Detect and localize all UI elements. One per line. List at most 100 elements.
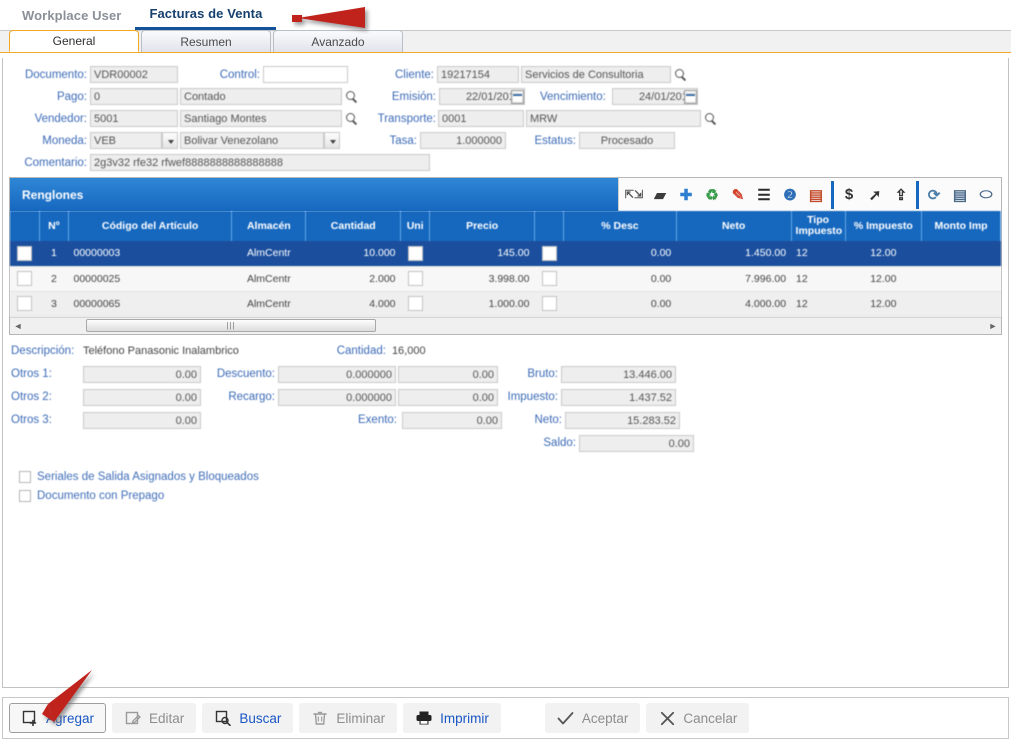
cell-almacen[interactable]: AlmCentr [231,291,306,317]
cancelar-button[interactable]: Cancelar [646,703,750,733]
descuento-amount-input[interactable]: 0.00 [398,365,498,383]
buscar-button[interactable]: Buscar [202,703,294,733]
recargo-pct-input[interactable]: 0.000000 [278,388,396,406]
documento-input[interactable]: VDR00002 [90,66,178,83]
cell-spacer[interactable] [534,241,564,267]
recargo-amount-input[interactable]: 0.00 [398,388,498,406]
cell-desc[interactable]: 0.00 [563,291,677,317]
cell-spacer[interactable] [534,266,564,292]
tab-resumen[interactable]: Resumen [141,30,271,52]
cell-tipo-impuesto[interactable]: 12 [791,241,846,267]
cell-precio[interactable]: 145.00 [429,241,535,267]
scroll-right-icon[interactable]: ► [985,321,1001,331]
cliente-code-input[interactable]: 19217154 [437,66,519,83]
scroll-left-icon[interactable]: ◄ [10,321,26,331]
cell-uni[interactable] [400,241,430,267]
export-icon[interactable]: ➚ [862,180,888,210]
row-checkbox[interactable] [17,296,33,311]
cell-cantidad[interactable]: 10.000 [305,241,401,267]
checkbox-row-seriales[interactable]: Seriales de Salida Asignados y Bloqueado… [11,468,1000,487]
imprimir-button[interactable]: Imprimir [403,703,501,733]
cell-desc[interactable]: 0.00 [563,266,677,292]
table-row[interactable]: 2 00000025 AlmCentr 2.000 3.998.00 0.00 … [10,266,1001,292]
note-icon[interactable]: ✎ [725,180,751,210]
aceptar-button[interactable]: Aceptar [544,703,641,733]
grid-horizontal-scrollbar[interactable]: ◄ ||| ► [10,316,1001,334]
search-icon[interactable] [344,89,359,104]
prepago-checkbox[interactable] [19,490,31,502]
col-numero[interactable]: Nº [39,211,70,241]
tasa-input[interactable]: 1.000000 [420,132,506,149]
tab-avanzado[interactable]: Avanzado [273,30,403,52]
exento-input[interactable]: 0.00 [402,411,502,429]
row-selector[interactable] [10,291,40,317]
col-codigo-articulo[interactable]: Código del Artículo [68,211,233,241]
cell-precio[interactable]: 3.998.00 [429,266,535,292]
col-cantidad[interactable]: Cantidad [305,211,402,241]
agregar-button[interactable]: Agregar [9,703,107,733]
col-pct-impuesto[interactable]: % Impuesto [845,211,923,241]
col-monto-impuesto[interactable]: Monto Imp [921,211,1001,241]
uni-box[interactable] [407,271,423,286]
eliminar-button[interactable]: Eliminar [299,703,398,733]
serials-icon[interactable]: ❷ [777,180,803,210]
transporte-code-input[interactable]: 0001 [438,110,524,127]
comentario-input[interactable]: 2g3v32 rfe32 rfwef8888888888888888 [90,154,430,171]
row-checkbox[interactable] [17,245,33,261]
col-neto[interactable]: Neto [676,211,792,241]
cell-desc[interactable]: 0.00 [563,241,677,267]
refresh-items-icon[interactable]: ♻ [699,180,725,210]
row-selector[interactable] [10,241,40,267]
storage-icon[interactable]: ⬭ [973,180,999,210]
search-icon[interactable] [344,111,359,126]
cell-almacen[interactable]: AlmCentr [231,266,306,292]
cell-codigo[interactable]: 00000025 [68,266,232,292]
vendedor-code-input[interactable]: 5001 [90,110,178,127]
spacer-box[interactable] [541,245,557,261]
col-uni[interactable]: Uni [400,211,431,241]
spacer-box[interactable] [541,271,557,286]
currency-icon[interactable]: $ [836,180,862,210]
descuento-pct-input[interactable]: 0.000000 [278,365,396,383]
import-icon[interactable]: ⇪ [888,180,914,210]
uni-box[interactable] [407,245,423,261]
scrollbar-track[interactable]: ||| [26,318,985,333]
table-row[interactable]: 1 00000003 AlmCentr 10.000 145.00 0.00 1… [10,241,1001,267]
list-icon[interactable]: ☰ [751,180,777,210]
cliente-name-input[interactable]: Servicios de Consultoria [521,66,671,83]
col-select[interactable] [10,211,40,241]
spacer-box[interactable] [541,296,557,311]
seriales-checkbox[interactable] [19,471,31,483]
app-tab-workplace-user[interactable]: Workplace User [8,0,135,30]
cell-cantidad[interactable]: 4.000 [305,291,401,317]
chevron-down-icon[interactable] [162,132,178,149]
calendar-icon[interactable] [684,89,697,104]
uni-box[interactable] [407,296,423,311]
row-checkbox[interactable] [17,271,33,286]
cell-tipo-impuesto[interactable]: 12 [791,266,846,292]
scrollbar-thumb[interactable]: ||| [86,319,376,332]
cell-codigo[interactable]: 00000065 [68,291,232,317]
col-tipo-impuesto[interactable]: Tipo Impuesto [791,211,846,241]
moneda-name-input[interactable]: Bolivar Venezolano [180,132,324,149]
cell-precio[interactable]: 1.000.00 [429,291,535,317]
chevron-down-icon[interactable] [324,132,340,149]
moneda-code-input[interactable]: VEB [90,132,162,149]
inventory-icon[interactable]: ▰ [647,180,673,210]
fit-columns-icon[interactable]: ⇱⇲ [621,180,647,210]
reload-icon[interactable]: ⟳ [921,180,947,210]
database-icon[interactable]: ▤ [947,180,973,210]
add-item-icon[interactable]: ✚ [673,180,699,210]
cell-uni[interactable] [400,291,430,317]
pago-code-input[interactable]: 0 [90,88,178,105]
control-input[interactable] [263,66,348,83]
cell-codigo[interactable]: 00000003 [68,241,232,267]
col-almacen[interactable]: Almacén [231,211,307,241]
pago-name-input[interactable]: Contado [180,88,342,105]
calendar-icon[interactable] [511,89,524,104]
document-detail-icon[interactable]: ▤ [803,180,829,210]
col-pct-desc[interactable]: % Desc [563,211,677,241]
app-tab-facturas-de-venta[interactable]: Facturas de Venta [135,0,277,30]
search-icon[interactable] [703,111,718,126]
checkbox-row-prepago[interactable]: Documento con Prepago [11,487,1000,506]
